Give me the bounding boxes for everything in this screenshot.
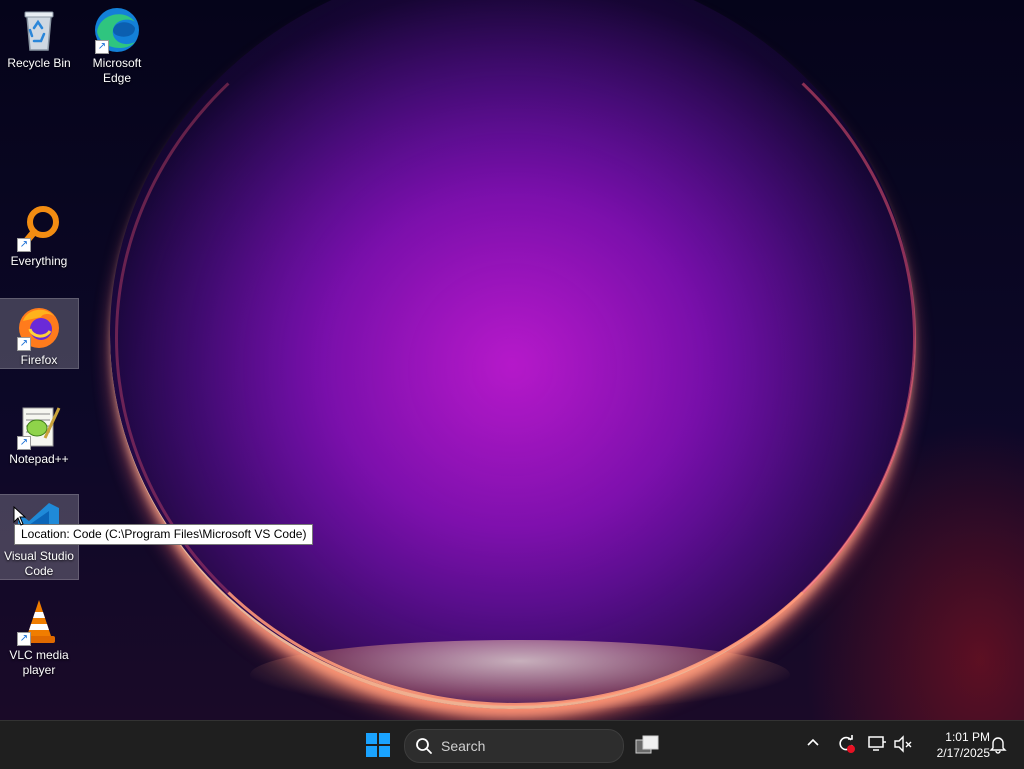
- desktop-icon-label: Recycle Bin: [7, 56, 71, 70]
- tray-update-button[interactable]: [836, 734, 856, 757]
- desktop-icon-label: Notepad++: [9, 452, 69, 466]
- windows-logo-icon: [366, 733, 390, 757]
- shortcut-arrow-icon: ↗: [17, 632, 31, 646]
- tray-network-button[interactable]: [867, 734, 887, 757]
- desktop-icon-notepad-plus-plus[interactable]: ↗ Notepad++: [0, 398, 78, 468]
- network-icon: [868, 736, 886, 751]
- desktop-icon-label: Microsoft Edge: [92, 56, 142, 85]
- shortcut-arrow-icon: ↗: [95, 40, 109, 54]
- notification-bell-icon: [989, 737, 1007, 754]
- desktop-icon-everything[interactable]: ↗ Everything: [0, 200, 78, 272]
- task-view-button[interactable]: [634, 733, 660, 757]
- shortcut-arrow-icon: ↗: [17, 436, 31, 450]
- desktop-icon-label: VLC media player: [9, 648, 69, 677]
- desktop-icon-firefox[interactable]: ↗ Firefox: [0, 298, 79, 369]
- desktop-icon-label: Everything: [10, 254, 68, 268]
- edge-icon: ↗: [93, 6, 141, 54]
- desktop-icon-microsoft-edge[interactable]: ↗ Microsoft Edge: [78, 2, 156, 90]
- desktop-icon-recycle-bin[interactable]: Recycle Bin: [0, 2, 78, 90]
- notepad-plus-plus-icon: ↗: [15, 402, 63, 450]
- vlc-icon: ↗: [15, 598, 63, 646]
- desktop-icon-label: Firefox: [20, 353, 58, 367]
- shortcut-arrow-icon: ↗: [17, 337, 31, 351]
- tray-volume-button[interactable]: [893, 734, 913, 757]
- shortcut-arrow-icon: ↗: [17, 238, 31, 252]
- wallpaper-orb-rim: [115, 0, 916, 706]
- location-tooltip: Location: Code (C:\Program Files\Microso…: [14, 524, 314, 545]
- taskbar-clock[interactable]: 1:01 PM 2/17/2025: [918, 729, 990, 761]
- mouse-cursor-icon: [13, 506, 27, 526]
- recycle-bin-icon: [15, 6, 63, 54]
- everything-search-icon: ↗: [15, 204, 63, 252]
- clock-time: 1:01 PM: [945, 730, 990, 744]
- search-label: Search: [441, 738, 486, 754]
- clock-date: 2/17/2025: [936, 746, 990, 760]
- notifications-button[interactable]: [988, 734, 1008, 757]
- desktop-icon-vlc-media-player[interactable]: ↗ VLC media player: [0, 594, 78, 678]
- task-view-icon: [635, 735, 659, 754]
- start-button[interactable]: [366, 733, 390, 757]
- firefox-icon: ↗: [15, 303, 63, 351]
- volume-muted-icon: [894, 735, 912, 753]
- sync-update-icon: [839, 735, 855, 753]
- wallpaper-orb-glow: [250, 640, 790, 710]
- desktop[interactable]: Recycle Bin ↗ Microsoft Edge ↗ Everythin…: [0, 0, 1024, 720]
- chevron-up-icon: [807, 738, 819, 746]
- desktop-icon-label: Visual Studio Code: [4, 549, 74, 578]
- search-icon: [416, 738, 432, 754]
- wallpaper-haze: [804, 420, 1024, 720]
- show-hidden-icons-button[interactable]: [805, 735, 821, 754]
- taskbar-search-box[interactable]: Search: [404, 729, 624, 763]
- taskbar: Search 1:01 PM 2/17/2025: [0, 720, 1024, 769]
